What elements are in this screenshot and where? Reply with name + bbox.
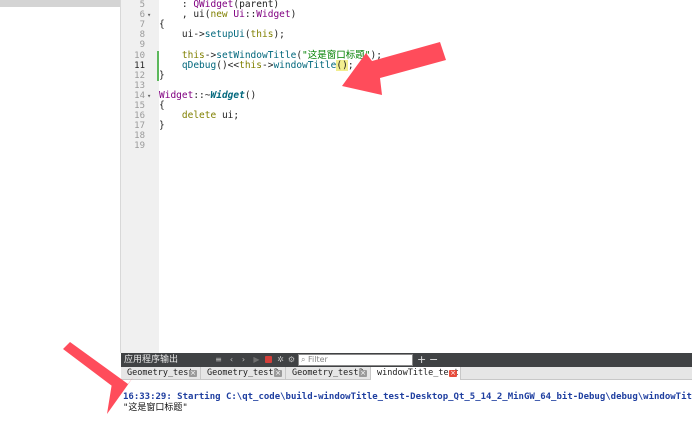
output-tab-label: windowTitle_test — [377, 368, 459, 378]
output-tab[interactable]: Geometry_test2 × — [201, 367, 286, 380]
line-number: 8 — [139, 30, 145, 41]
code-token: qDebug — [181, 59, 217, 71]
code-token: , ui( — [159, 9, 211, 21]
next-item-icon[interactable]: › — [239, 355, 248, 364]
code-token: delete — [181, 110, 217, 122]
attach-debugger-icon[interactable]: ✲ — [276, 355, 285, 364]
output-tab-bar: Geometry_test × Geometry_test2 × Geometry_te… — [121, 367, 692, 380]
code-line[interactable]: delete ui; — [159, 111, 239, 121]
code-token: ::~ — [193, 89, 211, 101]
output-pane-toolbar: 应用程序输出 ≡ ‹ › ▶ ✲ ⚙ ⌕ Filter + − — [121, 353, 692, 367]
zoom-out-button[interactable]: − — [429, 353, 438, 367]
code-editor[interactable]: 5 6 ▾ 7 8 9 10 11 12 13 14 ▾ 15 16 17 18 19 : QWidget(pa… — [121, 0, 692, 353]
code-token: ); — [273, 29, 285, 41]
zoom-in-button[interactable]: + — [417, 353, 426, 367]
line-number: 13 — [134, 80, 145, 91]
code-token: ui-> — [159, 29, 205, 41]
line-number: 5 — [139, 0, 145, 10]
line-number: 16 — [134, 111, 145, 122]
line-number-gutter: 5 6 ▾ 7 8 9 10 11 12 13 14 ▾ 15 16 17 18 19 — [121, 0, 159, 353]
output-debug-message: "这是窗口标题" — [123, 403, 188, 413]
clear-output-icon[interactable]: ≡ — [214, 355, 223, 364]
code-token: :: — [244, 9, 257, 21]
output-tab-label: Geometry_test2 — [207, 368, 279, 378]
output-tab-label: Geometry_test3 — [292, 368, 364, 378]
code-token: this — [239, 59, 262, 71]
stop-icon[interactable] — [265, 356, 272, 363]
line-number: 14 — [134, 90, 145, 101]
fold-toggle-icon[interactable]: ▾ — [147, 91, 151, 101]
line-number: 15 — [134, 101, 145, 111]
code-token: } — [159, 120, 165, 132]
line-number: 10 — [134, 50, 145, 61]
line-number: 18 — [134, 131, 145, 142]
settings-icon[interactable]: ⚙ — [287, 355, 296, 364]
code-line[interactable]: Widget::~Widget() — [159, 89, 257, 101]
code-area[interactable]: : QWidget(parent) , ui(new Ui::Widget){ … — [159, 0, 692, 353]
close-tab-icon[interactable]: × — [449, 370, 457, 377]
code-line[interactable]: } — [159, 69, 165, 81]
output-filter-input[interactable]: ⌕ Filter — [298, 354, 413, 366]
code-token: ui; — [216, 110, 240, 122]
line-number: 9 — [139, 40, 145, 51]
code-token: Ui — [233, 9, 245, 21]
code-token: ) — [290, 9, 297, 21]
line-number: 6 — [139, 10, 145, 21]
project-sidebar[interactable] — [0, 0, 121, 353]
code-token: new — [210, 9, 228, 21]
rerun-icon[interactable]: ▶ — [252, 355, 261, 364]
previous-item-icon[interactable]: ‹ — [227, 355, 236, 364]
code-token: () — [336, 59, 348, 71]
line-number: 19 — [134, 141, 145, 152]
code-token: this — [250, 29, 274, 41]
code-line[interactable]: qDebug()<<this->windowTitle(); — [159, 59, 354, 71]
line-number: 17 — [134, 121, 145, 132]
output-start-message: 16:33:29: Starting C:\qt_code\build-wind… — [123, 392, 692, 402]
code-token: ; — [347, 59, 354, 71]
code-token: Widget — [210, 89, 245, 101]
close-tab-icon[interactable]: × — [189, 370, 197, 377]
code-line[interactable]: } — [159, 121, 165, 131]
output-pane-title: 应用程序输出 — [124, 355, 179, 365]
code-token: -> — [262, 59, 274, 71]
code-token: Widget — [256, 9, 291, 21]
line-number: 12 — [134, 70, 145, 81]
output-tab[interactable]: Geometry_test × — [121, 367, 201, 380]
code-token: ()<< — [216, 59, 240, 71]
code-line[interactable]: ui->setupUi(this); — [159, 30, 285, 40]
code-token: setupUi — [204, 29, 245, 41]
close-tab-icon[interactable]: × — [359, 370, 367, 377]
close-tab-icon[interactable]: × — [274, 370, 282, 377]
line-number: 7 — [139, 20, 145, 31]
code-token: } — [159, 69, 165, 81]
filter-placeholder: Filter — [308, 355, 328, 364]
output-tab[interactable]: windowTitle_test × — [371, 367, 461, 380]
line-number: 11 — [134, 60, 145, 71]
search-icon: ⌕ — [301, 355, 306, 364]
code-token: windowTitle — [273, 59, 337, 71]
output-tab-label: Geometry_test — [127, 368, 194, 378]
sidebar-selected-item[interactable] — [0, 0, 120, 7]
application-output[interactable]: 16:33:29: Starting C:\qt_code\build-wind… — [121, 380, 692, 423]
code-line[interactable]: , ui(new Ui::Widget) — [159, 10, 296, 20]
fold-toggle-icon[interactable]: ▾ — [147, 10, 151, 20]
code-token: ); — [370, 49, 382, 61]
output-tab[interactable]: Geometry_test3 × — [286, 367, 371, 380]
code-token: () — [244, 89, 257, 101]
